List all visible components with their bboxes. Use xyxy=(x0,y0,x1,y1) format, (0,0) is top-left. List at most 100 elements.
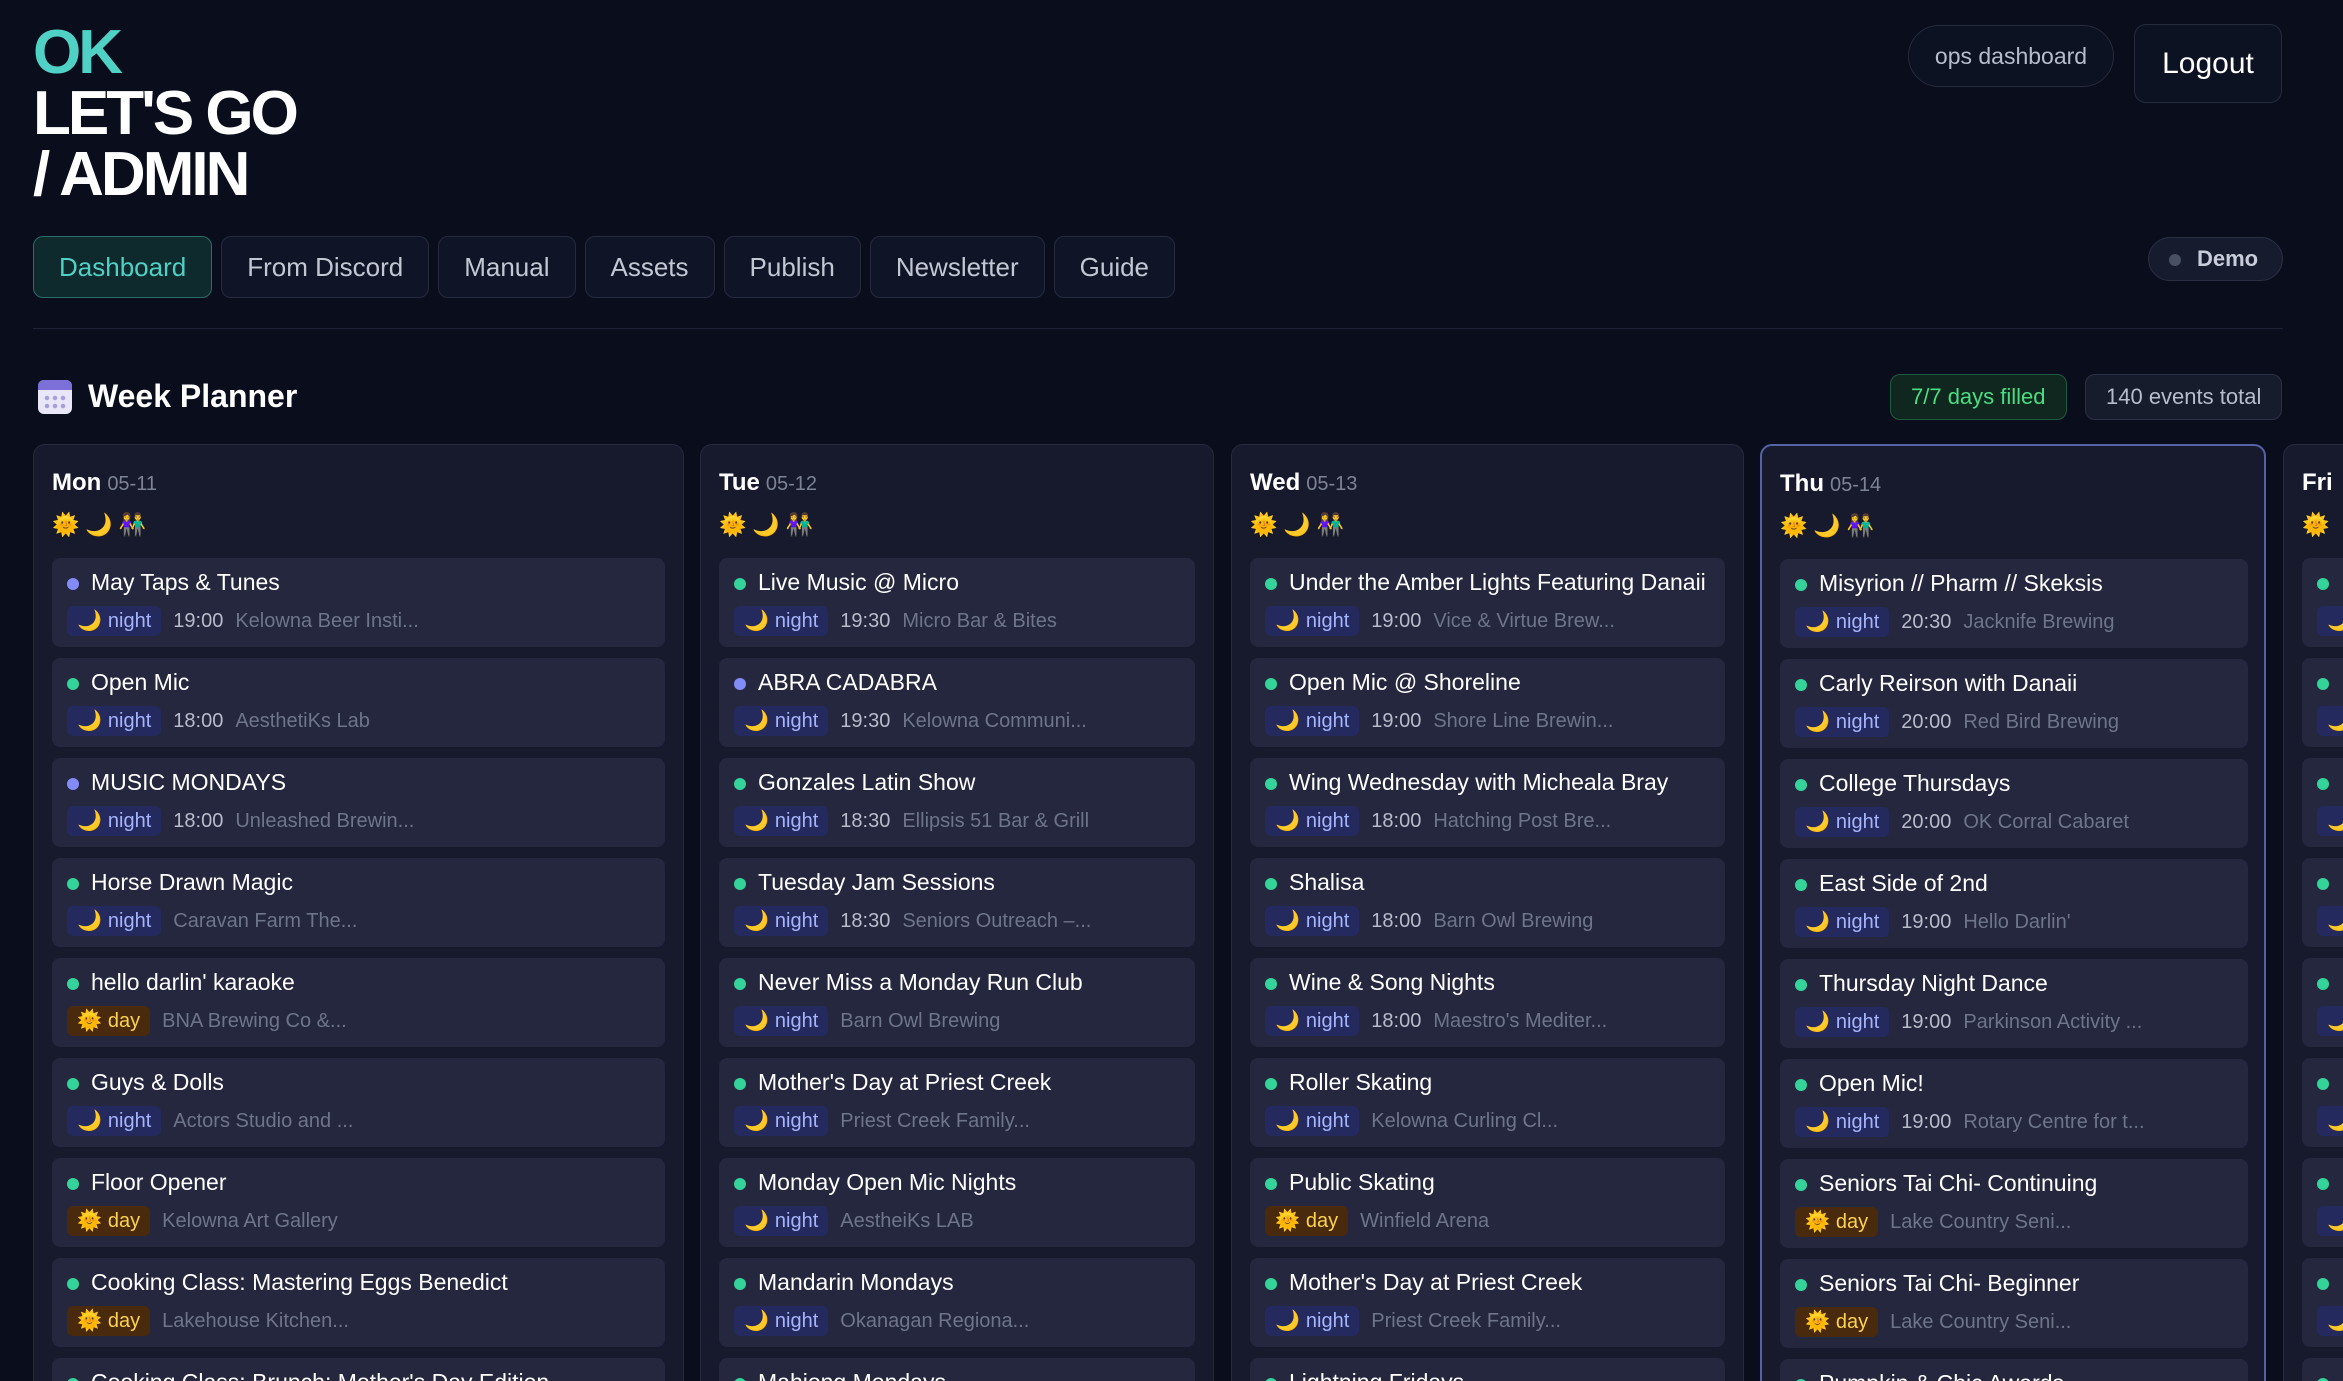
event-title: Mandarin Mondays xyxy=(758,1269,954,1295)
event-card[interactable]: Mother's Day at Priest Creek 🌙 night Priest… xyxy=(719,1058,1195,1147)
event-card[interactable]: Seniors Tai Chi- Continuing 🌞 day Lake Coun… xyxy=(1780,1159,2248,1248)
event-card[interactable]: Mandarin Mondays 🌙 night Okanagan Regiona..… xyxy=(719,1258,1195,1347)
event-card[interactable]: 🌙night xyxy=(2302,758,2343,847)
event-title: Live Music @ Micro xyxy=(758,569,959,595)
status-dot-icon xyxy=(1795,679,1807,691)
event-card[interactable]: ABRA CADABRA 🌙 night 19:30 Kelowna Communi..… xyxy=(719,658,1195,747)
day-name: Mon xyxy=(52,469,102,496)
night-badge: 🌙night xyxy=(1795,607,1890,637)
event-title: Tuesday Jam Sessions xyxy=(758,869,995,895)
event-venue: Kelowna Art Gallery xyxy=(162,1209,338,1232)
badge-label: night xyxy=(774,910,819,932)
event-card[interactable]: 🌙night xyxy=(2302,558,2343,647)
night-badge: 🌙night xyxy=(734,806,829,836)
event-card[interactable]: Public Skating 🌞 day Winfield Arena xyxy=(1250,1158,1725,1247)
badge-label: night xyxy=(1835,911,1880,933)
event-title: Open Mic xyxy=(91,669,190,695)
event-card[interactable]: May Taps & Tunes 🌙 night 19:00 Kelowna Beer … xyxy=(52,558,665,647)
event-venue: BNA Brewing Co &... xyxy=(162,1009,347,1032)
badge-label: night xyxy=(107,1110,152,1132)
event-card[interactable]: 🌙night xyxy=(2302,1158,2343,1247)
moon-icon: 🌙 xyxy=(2327,1310,2343,1332)
event-venue: Red Bird Brewing xyxy=(1963,710,2119,733)
status-dot-icon xyxy=(67,778,79,790)
tab-publish[interactable]: Publish xyxy=(723,236,861,298)
event-card[interactable]: Shalisa 🌙 night 18:00 Barn Owl Brewing xyxy=(1250,858,1725,947)
event-card[interactable]: Monday Open Mic Nights 🌙 night AestheiKs LA… xyxy=(719,1158,1195,1247)
event-card[interactable]: 🌙night xyxy=(2302,958,2343,1047)
event-card[interactable]: Tuesday Jam Sessions 🌙 night 18:30 Seniors O… xyxy=(719,858,1195,947)
event-card[interactable]: MUSIC MONDAYS 🌙 night 18:00 Unleashed Brewin… xyxy=(52,758,665,847)
sun-icon: 🌞 xyxy=(1805,1311,1830,1333)
event-meta: 🌙 night 18:00 Hatching Post Bre... xyxy=(1265,806,1611,836)
event-card[interactable]: Cooking Class: Brunch: Mother's Day Edit… xyxy=(52,1358,665,1381)
event-venue: Ellipsis 51 Bar & Grill xyxy=(902,809,1090,832)
night-badge: 🌙night xyxy=(67,906,162,936)
event-card[interactable]: Lightning Fridays🌙night xyxy=(1250,1358,1725,1381)
day-column-wed: Wed 05-13 🌞🌙👫 Under the Amber Lights Featur… xyxy=(1231,444,1744,1381)
event-card[interactable]: Misyrion // Pharm // Skeksis 🌙 night 20:30 J… xyxy=(1780,559,2248,648)
event-card[interactable]: Floor Opener 🌞 day Kelowna Art Gallery xyxy=(52,1158,665,1247)
tab-newsletter[interactable]: Newsletter xyxy=(869,236,1045,298)
event-card[interactable]: Horse Drawn Magic 🌙 night Caravan Farm The.… xyxy=(52,858,665,947)
badge-label: night xyxy=(774,710,819,732)
event-card[interactable]: Mahjong Mondays🌙night xyxy=(719,1358,1195,1381)
tab-assets[interactable]: Assets xyxy=(584,236,715,298)
sun-icon: 🌞 xyxy=(77,1310,102,1332)
event-meta: 🌙 night 19:00 Vice & Virtue Brew... xyxy=(1265,606,1615,636)
day-date: 05-12 xyxy=(765,473,818,495)
event-card[interactable]: 🌙night xyxy=(2302,658,2343,747)
status-dot-icon xyxy=(2317,1078,2329,1090)
status-dot-icon xyxy=(1795,979,1807,991)
event-card[interactable]: Roller Skating 🌙 night Kelowna Curling Cl..… xyxy=(1250,1058,1725,1147)
event-card[interactable]: hello darlin' karaoke 🌞 day BNA Brewing Co … xyxy=(52,958,665,1047)
event-card[interactable]: Pumpkin & Chic Awards🌙night xyxy=(1780,1359,2248,1381)
event-card[interactable]: College Thursdays 🌙 night 20:00 OK Corral Ca… xyxy=(1780,759,2248,848)
event-card[interactable]: Open Mic 🌙 night 18:00 AesthetiKs Lab xyxy=(52,658,665,747)
event-card[interactable]: 🌙night xyxy=(2302,1058,2343,1147)
event-card[interactable]: Seniors Tai Chi- Beginner 🌞 day Lake Countr… xyxy=(1780,1259,2248,1348)
event-card[interactable]: Cooking Class: Mastering Eggs Benedict 🌞 d… xyxy=(52,1258,665,1347)
event-card[interactable]: 🌙night xyxy=(2302,1358,2343,1381)
event-card[interactable]: Live Music @ Micro 🌙 night 19:30 Micro Bar &… xyxy=(719,558,1195,647)
status-dot-icon xyxy=(2317,578,2329,590)
status-dot-icon xyxy=(2317,678,2329,690)
event-card[interactable]: Guys & Dolls 🌙 night Actors Studio and ... xyxy=(52,1058,665,1147)
status-dot-icon xyxy=(67,978,79,990)
event-card[interactable]: 🌙night xyxy=(2302,858,2343,947)
event-venue: Seniors Outreach –... xyxy=(902,909,1092,932)
event-card[interactable]: East Side of 2nd 🌙 night 19:00 Hello Darlin' xyxy=(1780,859,2248,948)
event-card[interactable]: Carly Reirson with Danaii 🌙 night 20:00 Red … xyxy=(1780,659,2248,748)
event-card[interactable]: Thursday Night Dance 🌙 night 19:00 Parkinson… xyxy=(1780,959,2248,1048)
event-card[interactable]: 🌙night xyxy=(2302,1258,2343,1347)
event-meta: 🌙 night Priest Creek Family... xyxy=(734,1106,1030,1136)
event-title: Cooking Class: Brunch: Mother's Day Edit… xyxy=(91,1369,549,1381)
status-dot-icon xyxy=(1265,1278,1277,1290)
ops-dashboard-button[interactable]: ops dashboard xyxy=(1908,25,2114,87)
main-nav: Dashboard From Discord Manual Assets Pub… xyxy=(33,236,1176,298)
event-card[interactable]: Open Mic @ Shoreline 🌙 night 19:00 Shore Lin… xyxy=(1250,658,1725,747)
event-time: 20:00 xyxy=(1901,710,1952,733)
day-badge: 🌞 day xyxy=(1795,1307,1879,1337)
event-card[interactable]: Open Mic! 🌙 night 19:00 Rotary Centre for t.… xyxy=(1780,1059,2248,1148)
event-meta: 🌙 night Okanagan Regiona... xyxy=(734,1306,1029,1336)
tab-from-discord[interactable]: From Discord xyxy=(221,236,430,298)
logout-button[interactable]: Logout xyxy=(2134,24,2282,103)
event-card[interactable]: Gonzales Latin Show 🌙 night 18:30 Ellipsis 5… xyxy=(719,758,1195,847)
event-title: Thursday Night Dance xyxy=(1819,970,2048,996)
event-card[interactable]: Under the Amber Lights Featuring Danaii 🌙… xyxy=(1250,558,1725,647)
moon-icon: 🌙 xyxy=(744,810,769,832)
tab-manual[interactable]: Manual xyxy=(438,236,576,298)
status-dot-icon xyxy=(67,1078,79,1090)
event-card[interactable]: Mother's Day at Priest Creek 🌙 night Priest… xyxy=(1250,1258,1725,1347)
demo-mode-badge[interactable]: Demo xyxy=(2148,237,2283,281)
event-card[interactable]: Never Miss a Monday Run Club 🌙 night Barn O… xyxy=(719,958,1195,1047)
event-venue: Lake Country Seni... xyxy=(1890,1310,2072,1333)
event-card[interactable]: Wing Wednesday with Micheala Bray 🌙 night 1… xyxy=(1250,758,1725,847)
day-badge: 🌞 day xyxy=(1795,1207,1879,1237)
event-card[interactable]: Wine & Song Nights 🌙 night 18:00 Maestro's M… xyxy=(1250,958,1725,1047)
tab-dashboard[interactable]: Dashboard xyxy=(33,236,213,298)
status-dot-icon xyxy=(2169,254,2181,266)
event-venue: AestheiKs LAB xyxy=(840,1209,974,1232)
tab-guide[interactable]: Guide xyxy=(1053,236,1176,298)
